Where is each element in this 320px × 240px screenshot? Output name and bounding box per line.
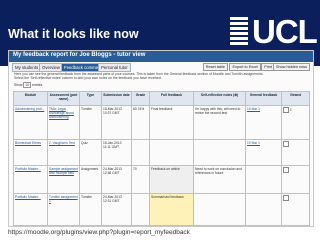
grade-cell: 60.74% <box>131 105 150 140</box>
column-header-notes[interactable]: Self-reflective notes (⊕) <box>193 91 246 106</box>
table-row: Portfolio Master... Sample assignment wi… <box>13 165 310 194</box>
feedback-cell[interactable]: Summarised feedback <box>149 193 194 226</box>
general-feedback-link[interactable]: 19 Mar 1 <box>245 139 282 166</box>
entries-filter: Show 10 entries <box>14 82 42 88</box>
table-row: Portfolio Master... Turnitin assignment … <box>13 193 310 226</box>
table-row: Biomedical Ethics 2. Vaughan's Test Quiz… <box>13 139 310 166</box>
feedback-cell[interactable]: Final feedback <box>149 105 194 140</box>
table-header-row: Module Assessment (part name) Type Submi… <box>13 91 310 106</box>
show-hidden-rows-button[interactable]: Show hidden rows <box>272 63 310 71</box>
column-header-module[interactable]: Module <box>13 91 48 106</box>
entries-label: entries <box>32 83 43 87</box>
column-header-assessment[interactable]: Assessment (part name) <box>47 91 80 106</box>
type-cell: Assignment <box>79 165 102 194</box>
module-link[interactable]: Administering prof... <box>13 105 48 140</box>
assessment-link[interactable]: Turnitin assignment 1 <box>47 193 80 226</box>
assessment-link[interactable]: 2. Vaughan's Test <box>47 139 80 166</box>
ucl-logo: UCL <box>230 13 318 50</box>
date-cell: 15-Jan-2013 11:11 GMT <box>101 139 132 166</box>
table-row: Administering prof... TMA: Legal knowled… <box>13 105 310 140</box>
type-cell: Turnitin <box>79 105 102 140</box>
hide-row-checkbox[interactable] <box>283 107 289 113</box>
feedback-cell[interactable] <box>149 139 194 166</box>
notes-cell[interactable]: I'm happy with this, will need to revise… <box>193 105 246 140</box>
viewed-cell <box>281 165 310 194</box>
grade-cell <box>131 139 150 166</box>
date-cell: 24-Mar-2013 12:31 GMT <box>101 193 132 226</box>
intro-line: Select the 'Self-reflective notes' colum… <box>14 76 162 81</box>
viewed-cell <box>281 139 310 166</box>
entries-select[interactable]: 10 <box>23 82 32 88</box>
app-screenshot: My feedback report for Joe Bloggs - tuto… <box>8 50 314 227</box>
app-header-bar: My feedback report for Joe Bloggs - tuto… <box>9 51 313 62</box>
module-link[interactable]: Portfolio Master... <box>13 193 48 226</box>
type-cell: Turnitin <box>79 193 102 226</box>
column-header-general-feedback[interactable]: General feedback <box>245 91 282 106</box>
source-url[interactable]: https://moodle.org/plugins/view.php?plug… <box>8 229 190 236</box>
module-link[interactable]: Portfolio Master... <box>13 165 48 194</box>
tab-personal-tutor[interactable]: Personal tutor <box>98 63 131 72</box>
intro-text: Here you can see the general feedback fr… <box>14 72 304 80</box>
notes-cell[interactable]: Need to work on conclusion and reference… <box>193 165 246 194</box>
app-title: My feedback report for Joe Bloggs - tuto… <box>13 52 146 58</box>
column-header-full-feedback[interactable]: Full feedback <box>149 91 194 106</box>
viewed-cell: 1 <box>281 105 310 140</box>
date-cell: 24-Mar-2013 12:56 GMT <box>101 165 132 194</box>
column-header-grade[interactable]: Grade <box>131 91 150 106</box>
column-header-viewed[interactable]: Viewed <box>281 91 310 106</box>
hide-row-checkbox[interactable] <box>283 167 289 173</box>
feedback-cell[interactable]: Feedback on article <box>149 165 194 194</box>
general-feedback-link[interactable]: 19 Mar 1 <box>245 105 282 140</box>
general-feedback-link[interactable] <box>245 193 282 226</box>
hide-row-checkbox[interactable] <box>283 195 289 201</box>
grade-cell <box>131 193 150 226</box>
reset-table-button[interactable]: Reset table <box>202 63 228 71</box>
export-excel-button[interactable]: Export to Excel <box>229 63 261 71</box>
notes-cell[interactable] <box>193 193 246 226</box>
tab-my-students[interactable]: My students <box>12 63 42 72</box>
notes-cell[interactable] <box>193 139 246 166</box>
ucl-crest-icon <box>230 17 248 47</box>
general-feedback-link[interactable] <box>245 165 282 194</box>
column-header-type[interactable]: Type <box>79 91 102 106</box>
viewed-cell <box>281 193 310 226</box>
assessment-link[interactable]: Sample assignment with multiple files <box>47 165 80 194</box>
viewed-count: 1 <box>290 107 292 112</box>
tab-overview[interactable]: Overview <box>39 63 63 72</box>
assessment-link[interactable]: TMA: Legal knowledge about administering <box>47 105 80 140</box>
type-cell: Quiz <box>79 139 102 166</box>
module-link[interactable]: Biomedical Ethics <box>13 139 48 166</box>
slide-title: What it looks like now <box>8 27 139 41</box>
column-header-submission-date[interactable]: Submission date <box>101 91 132 106</box>
hide-row-checkbox[interactable] <box>283 141 289 147</box>
show-label: Show <box>14 83 23 87</box>
date-cell: 15-Mar-2013 10:37 GMT <box>101 105 132 140</box>
grade-cell: 70 <box>131 165 150 194</box>
ucl-logo-text: UCL <box>252 13 318 50</box>
feedback-table: Module Assessment (part name) Type Submi… <box>13 91 310 226</box>
